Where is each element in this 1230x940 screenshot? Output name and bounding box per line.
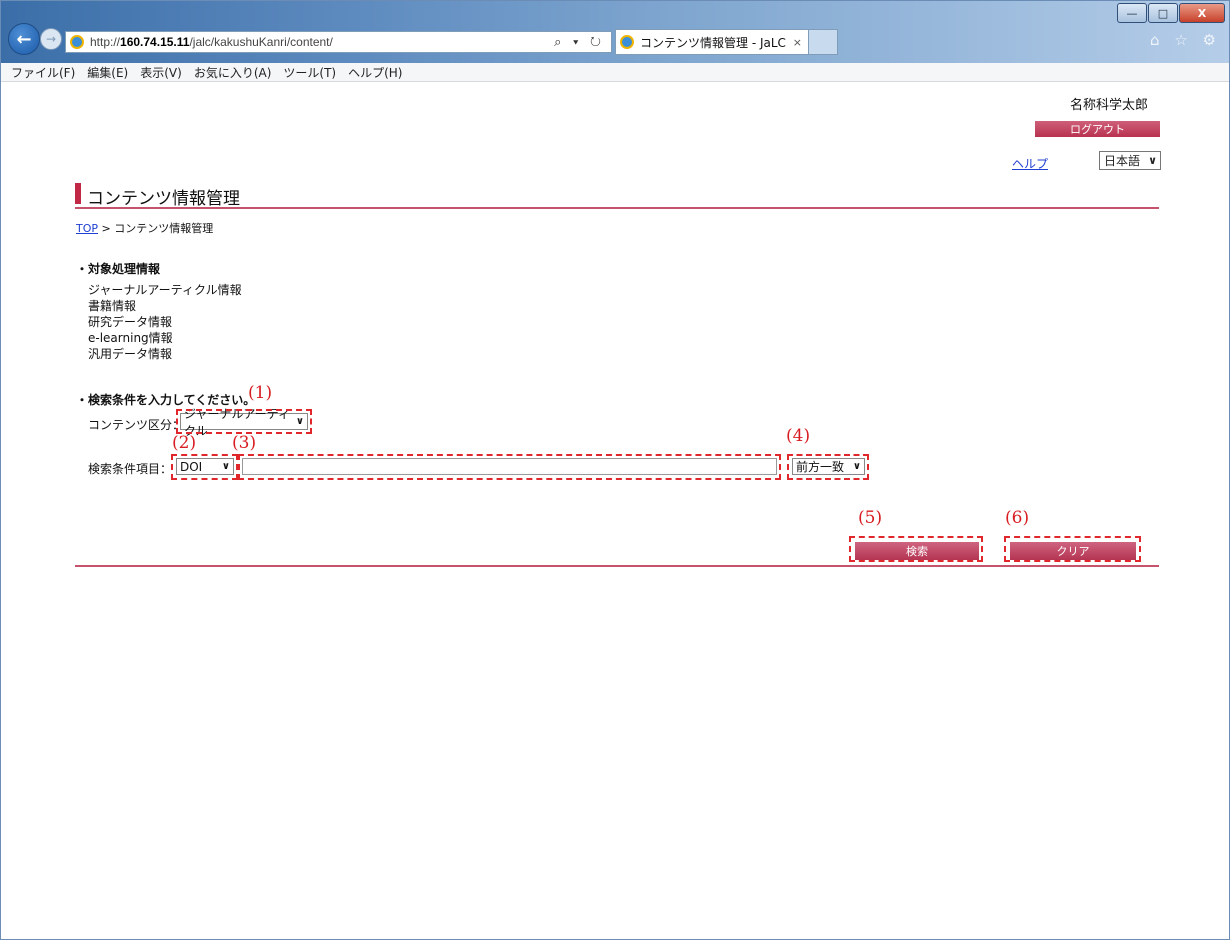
annotation-box-3: [238, 454, 781, 480]
annotation-box-2: [171, 454, 238, 480]
breadcrumb: TOP > コンテンツ情報管理: [76, 220, 213, 236]
home-favorites-settings-icons[interactable]: ⌂ ☆ ⚙: [1150, 31, 1221, 49]
minimize-button[interactable]: —: [1117, 3, 1147, 23]
annotation-5: (5): [858, 508, 883, 528]
url-prefix: http://: [90, 35, 121, 49]
title-accent-bar: [75, 183, 81, 204]
new-tab-button[interactable]: [808, 29, 838, 55]
menu-edit[interactable]: 編集(E): [87, 64, 128, 81]
target-info-heading: ・対象処理情報: [76, 262, 161, 276]
target-info-list: ジャーナルアーティクル情報 書籍情報 研究データ情報 e-learning情報 …: [88, 282, 242, 362]
page-content: [1, 82, 1229, 939]
menu-view[interactable]: 表示(V): [140, 64, 182, 81]
help-link[interactable]: ヘルプ: [1012, 155, 1048, 172]
annotation-box-5: [849, 536, 983, 562]
annotation-4: (4): [786, 426, 811, 446]
url-host: 160.74.15.11: [120, 35, 190, 49]
window-controls: — □ X: [1116, 3, 1225, 23]
menu-bar: ファイル(F) 編集(E) 表示(V) お気に入り(A) ツール(T) ヘルプ(…: [1, 63, 1229, 82]
annotation-box-4: [787, 454, 869, 480]
content-type-label: コンテンツ区分：: [88, 418, 185, 432]
annotation-box-6: [1004, 536, 1141, 562]
user-name: 名称科学太郎: [1070, 98, 1149, 113]
annotation-2: (2): [172, 433, 197, 453]
tab-ie-icon: [620, 35, 634, 49]
tab-title: コンテンツ情報管理 - JaLC: [640, 35, 786, 50]
title-bar: — □ X ← → http://160.74.15.11/jalc/kakus…: [1, 1, 1229, 63]
forward-arrow-icon[interactable]: →: [40, 28, 62, 50]
browser-tab[interactable]: コンテンツ情報管理 - JaLC ×: [615, 29, 809, 55]
list-item: e-learning情報: [88, 331, 173, 345]
menu-help[interactable]: ヘルプ(H): [348, 64, 402, 81]
language-select[interactable]: 日本語 ∨: [1099, 151, 1161, 170]
menu-favorites[interactable]: お気に入り(A): [194, 64, 272, 81]
tab-close-icon[interactable]: ×: [793, 36, 802, 49]
logout-button[interactable]: ログアウト: [1035, 121, 1160, 137]
condition-label: 検索条件項目：: [88, 462, 173, 476]
maximize-button[interactable]: □: [1148, 3, 1178, 23]
chevron-down-icon: ∨: [1148, 154, 1157, 167]
annotation-6: (6): [1005, 508, 1030, 528]
annotation-3: (3): [232, 433, 257, 453]
title-divider: [75, 207, 1159, 209]
ie-page-icon: [70, 35, 84, 49]
breadcrumb-top-link[interactable]: TOP: [76, 222, 98, 235]
back-arrow-icon[interactable]: ←: [8, 23, 40, 55]
breadcrumb-current: コンテンツ情報管理: [114, 222, 214, 235]
breadcrumb-separator: >: [98, 222, 115, 235]
language-value: 日本語: [1104, 154, 1141, 168]
bottom-divider: [75, 565, 1159, 567]
url-path: /jalc/kakushuKanri/content/: [189, 35, 333, 49]
address-controls-icon[interactable]: ⌕ ▾ ↻: [554, 34, 611, 50]
list-item: 書籍情報: [88, 299, 137, 313]
page-title: コンテンツ情報管理: [87, 189, 240, 209]
list-item: 汎用データ情報: [88, 347, 173, 361]
annotation-1: (1): [248, 383, 273, 403]
annotation-box-1: [176, 409, 312, 434]
close-window-button[interactable]: X: [1179, 3, 1225, 23]
address-bar[interactable]: http://160.74.15.11/jalc/kakushuKanri/co…: [65, 31, 612, 53]
menu-file[interactable]: ファイル(F): [11, 64, 75, 81]
list-item: ジャーナルアーティクル情報: [88, 283, 242, 297]
list-item: 研究データ情報: [88, 315, 173, 329]
menu-tools[interactable]: ツール(T): [283, 64, 336, 81]
